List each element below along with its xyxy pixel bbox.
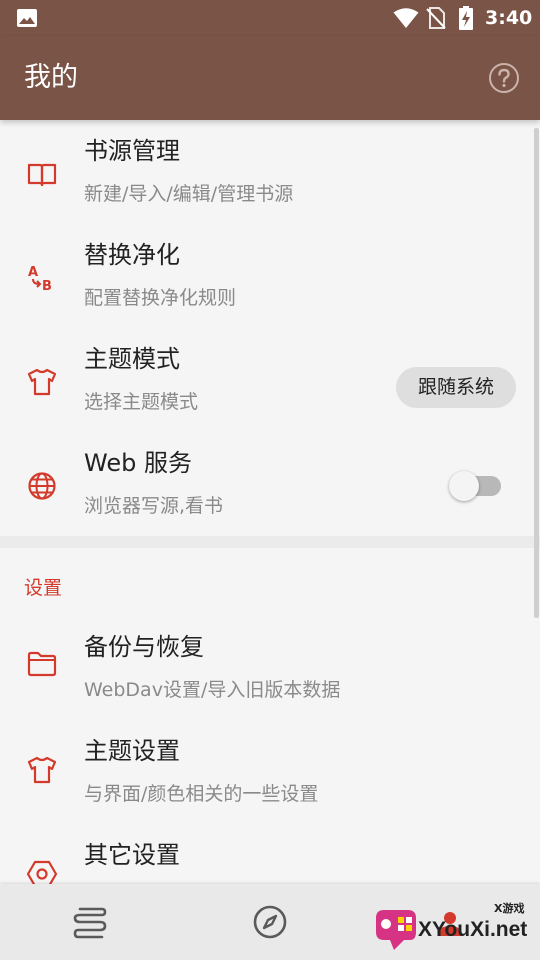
item-subtitle: 选择主题模式 [84, 391, 199, 413]
shirt-icon [27, 756, 57, 784]
list-item-other-settings[interactable]: 其它设置 [0, 824, 540, 884]
wifi-icon [393, 8, 419, 28]
list-item-theme-mode[interactable]: 主题模式 选择主题模式 跟随系统 [0, 328, 540, 432]
list-item-book-sources[interactable]: 书源管理 新建/导入/编辑/管理书源 [0, 120, 540, 224]
status-time: 3:40 [485, 7, 533, 29]
no-sim-icon [426, 7, 446, 29]
list-item-replace-rules[interactable]: A B 替换净化 配置替换净化规则 [0, 224, 540, 328]
site-watermark: X游戏 XYouXi.net [364, 900, 538, 958]
theme-mode-selector[interactable]: 跟随系统 [396, 367, 516, 408]
item-subtitle: WebDav设置/导入旧版本数据 [84, 679, 341, 701]
image-notification-icon [17, 9, 37, 27]
watermark-small-text: X游戏 [494, 902, 525, 915]
globe-icon [28, 472, 56, 500]
item-subtitle: 配置替换净化规则 [84, 287, 237, 309]
shirt-icon [27, 368, 57, 396]
toggle-thumb [449, 471, 479, 501]
page-title: 我的 [24, 62, 78, 93]
item-title: Web 服务 [84, 449, 192, 477]
list-item-theme-settings[interactable]: 主题设置 与界面/颜色相关的一些设置 [0, 720, 540, 824]
item-title: 备份与恢复 [84, 633, 204, 661]
item-title: 书源管理 [84, 137, 180, 165]
item-title: 其它设置 [84, 841, 180, 869]
item-subtitle: 与界面/颜色相关的一些设置 [84, 783, 319, 805]
compass-icon[interactable] [252, 904, 288, 940]
help-icon[interactable] [488, 62, 520, 94]
hexagon-settings-icon [26, 860, 58, 884]
svg-text:B: B [42, 279, 52, 294]
status-bar: 3:40 [0, 0, 540, 36]
section-divider [0, 536, 540, 548]
watermark-brand: XYouXi.net [418, 918, 528, 941]
web-service-toggle[interactable] [449, 471, 501, 501]
folder-icon [27, 651, 57, 677]
item-title: 替换净化 [84, 241, 180, 269]
svg-text:A: A [28, 265, 38, 280]
app-bar: 我的 [0, 36, 540, 120]
item-subtitle: 浏览器写源,看书 [84, 495, 224, 517]
item-title: 主题设置 [84, 737, 180, 765]
section-header-settings: 设置 [24, 577, 63, 599]
replace-ab-icon: A B [28, 265, 52, 294]
item-subtitle: 新建/导入/编辑/管理书源 [84, 183, 294, 205]
battery-charging-icon [459, 6, 473, 30]
bookshelf-icon[interactable] [72, 906, 108, 940]
item-title: 主题模式 [84, 345, 180, 373]
scrollbar[interactable] [534, 128, 539, 618]
gamepad-logo-icon [376, 910, 416, 950]
list-item-backup-restore[interactable]: 备份与恢复 WebDav设置/导入旧版本数据 [0, 616, 540, 720]
book-icon [27, 163, 57, 187]
